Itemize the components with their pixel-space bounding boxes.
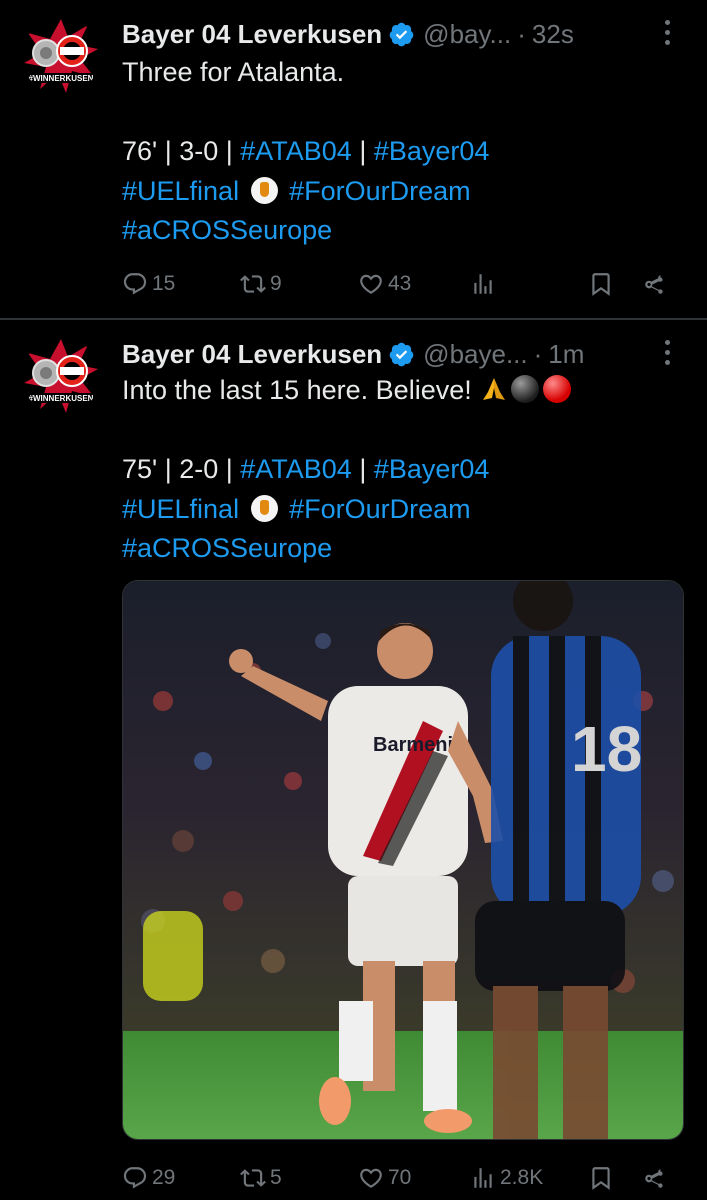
analytics-icon — [474, 274, 492, 294]
hashtag-link[interactable]: #aCROSSeurope — [122, 533, 332, 563]
tweet-photo[interactable]: Barmenia 18 — [122, 580, 684, 1140]
red-circle-emoji-icon — [543, 375, 572, 403]
share-icon — [645, 1169, 663, 1188]
more-options-icon[interactable] — [665, 340, 671, 368]
tweet-text: Three for Atalanta. 76' | 3-0 | #ATAB04 … — [122, 53, 683, 251]
timestamp[interactable]: 1m — [548, 339, 584, 370]
text-line: #UELfinal #ForOurDream — [122, 490, 683, 530]
text-line: 75' | 2-0 | #ATAB04 | #Bayer04 — [122, 450, 683, 490]
timestamp[interactable]: 32s — [532, 19, 574, 50]
club-logo-icon: #WINNERKUSEN — [24, 19, 98, 93]
player-photo-image: Barmenia 18 — [123, 581, 683, 1139]
author-name[interactable]: Bayer 04 Leverkusen — [122, 339, 382, 370]
tweet-line-text: Into the last 15 here. Believe! — [122, 375, 480, 405]
reply-count: 29 — [152, 1166, 176, 1189]
separator-dot: · — [533, 338, 543, 369]
bookmark-button[interactable] — [588, 1165, 642, 1191]
tweet-actions: 29 5 70 2.8K — [122, 1158, 683, 1198]
share-button[interactable] — [642, 271, 668, 297]
like-count: 43 — [388, 272, 412, 295]
tweet[interactable]: #WINNERKUSEN Bayer 04 Leverkusen @baye..… — [0, 320, 707, 1200]
retweet-icon — [240, 275, 266, 293]
tweet-header: Bayer 04 Leverkusen @bay... · 32s — [122, 14, 683, 54]
tweet-text: Into the last 15 here. Believe! 75' | 2-… — [122, 371, 683, 569]
analytics-icon — [474, 1168, 492, 1188]
retweet-icon — [240, 1169, 266, 1187]
avatar-tag: #WINNERKUSEN — [29, 394, 94, 403]
avatar[interactable]: #WINNERKUSEN — [22, 17, 100, 95]
bookmark-icon — [592, 273, 610, 296]
author-handle[interactable]: @bay... — [423, 19, 511, 50]
author-name[interactable]: Bayer 04 Leverkusen — [122, 19, 382, 50]
club-logo-icon: #WINNERKUSEN — [24, 339, 98, 413]
europa-league-trophy-icon — [250, 494, 278, 522]
view-count: 2.8K — [500, 1166, 544, 1189]
tweet-header: Bayer 04 Leverkusen @baye... · 1m — [122, 334, 683, 374]
hashtag-link[interactable]: #Bayer04 — [374, 136, 490, 166]
more-options-icon[interactable] — [665, 20, 671, 48]
heart-icon — [360, 1168, 382, 1188]
reply-button[interactable]: 15 — [122, 271, 240, 297]
hashtag-link[interactable]: #UELfinal — [122, 176, 239, 206]
text-line: #aCROSSeurope — [122, 211, 683, 251]
bookmark-icon — [592, 1167, 610, 1190]
text-line: 76' | 3-0 | #ATAB04 | #Bayer04 — [122, 132, 683, 172]
reply-icon — [123, 1167, 147, 1189]
hashtag-link[interactable]: #UELfinal — [122, 494, 239, 524]
avatar-tag: #WINNERKUSEN — [29, 74, 94, 83]
score-text: 76' | 3-0 | — [122, 136, 241, 166]
verified-badge-icon — [389, 22, 414, 46]
hashtag-link[interactable]: #ForOurDream — [289, 494, 471, 524]
separator-text: | — [351, 136, 374, 166]
like-button[interactable]: 43 — [358, 271, 470, 297]
europa-league-trophy-icon — [250, 176, 278, 204]
reply-icon — [123, 273, 147, 295]
text-line: Into the last 15 here. Believe! — [122, 371, 683, 411]
heart-icon — [360, 274, 382, 294]
share-button[interactable] — [642, 1165, 668, 1191]
separator-dot: · — [517, 18, 526, 49]
hashtag-link[interactable]: #aCROSSeurope — [122, 215, 332, 245]
retweet-count: 9 — [270, 272, 282, 295]
like-count: 70 — [388, 1166, 412, 1189]
avatar[interactable]: #WINNERKUSEN — [22, 337, 100, 415]
views-button[interactable]: 2.8K — [470, 1165, 588, 1191]
tweet-actions: 15 9 43 — [122, 264, 683, 304]
bookmark-button[interactable] — [588, 271, 642, 297]
svg-text:18: 18 — [571, 713, 642, 785]
retweet-button[interactable]: 5 — [240, 1165, 358, 1191]
separator-text: | — [351, 454, 374, 484]
retweet-count: 5 — [270, 1166, 282, 1189]
hashtag-link[interactable]: #ForOurDream — [289, 176, 471, 206]
like-button[interactable]: 70 — [358, 1165, 470, 1191]
text-line: #UELfinal #ForOurDream — [122, 172, 683, 212]
views-button[interactable] — [470, 271, 588, 297]
reply-count: 15 — [152, 272, 176, 295]
hashtag-link[interactable]: #ATAB04 — [240, 136, 352, 166]
retweet-button[interactable]: 9 — [240, 271, 358, 297]
reply-button[interactable]: 29 — [122, 1165, 240, 1191]
hashtag-link[interactable]: #Bayer04 — [374, 454, 490, 484]
score-text: 75' | 2-0 | — [122, 454, 241, 484]
tweet[interactable]: #WINNERKUSEN Bayer 04 Leverkusen @bay...… — [0, 0, 707, 318]
folded-hands-emoji-icon — [483, 378, 506, 400]
verified-badge-icon — [389, 342, 414, 366]
text-line: #aCROSSeurope — [122, 529, 683, 569]
text-line: Three for Atalanta. — [122, 57, 345, 87]
hashtag-link[interactable]: #ATAB04 — [240, 454, 352, 484]
black-circle-emoji-icon — [511, 375, 540, 403]
author-handle[interactable]: @baye... — [423, 339, 527, 370]
share-icon — [645, 275, 663, 294]
